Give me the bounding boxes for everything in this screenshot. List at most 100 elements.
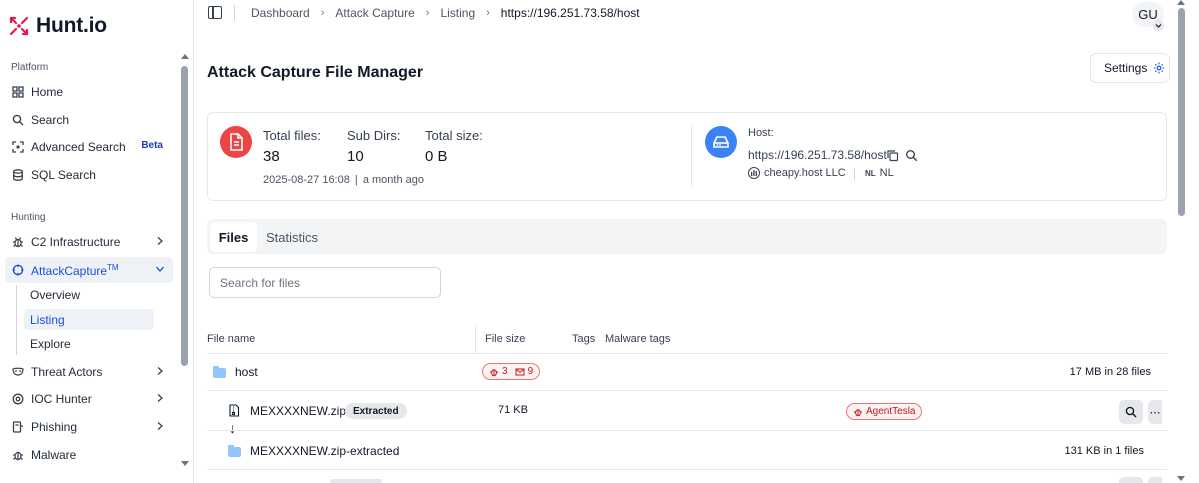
header-divider	[207, 353, 1167, 354]
folder-icon	[213, 366, 226, 378]
tab-files[interactable]: Files	[210, 222, 257, 252]
mask-icon	[11, 366, 24, 379]
total-size-label: Total size:	[425, 128, 483, 143]
server-icon	[705, 126, 737, 158]
host-country: NL NL	[865, 167, 894, 179]
chevron-right-icon	[157, 367, 163, 375]
arrow-down-icon: ↓	[229, 420, 236, 436]
column-header-file-size[interactable]: File size	[485, 333, 525, 345]
tab-bar: Files Statistics	[207, 219, 1167, 254]
topbar: Dashboard › Attack Capture › Listing › h…	[194, 0, 1199, 31]
logo-mark-icon	[9, 16, 29, 36]
main-scroll-up-arrow[interactable]	[1177, 0, 1185, 5]
mail-icon	[515, 368, 525, 375]
date-separator: |	[354, 174, 358, 186]
sidebar-item-home[interactable]: Home	[5, 79, 173, 105]
sidebar-scrollbar[interactable]	[181, 66, 188, 366]
sub-dirs-label: Sub Dirs:	[347, 128, 401, 143]
sidebar-item-c2-infrastructure[interactable]: C2 Infrastructure	[5, 229, 173, 255]
zip-file-icon	[229, 404, 240, 417]
sidebar-item-ioc-hunter[interactable]: IOC Hunter	[5, 386, 173, 412]
host-url[interactable]: https://196.251.73.58/host	[748, 148, 887, 162]
breadcrumb-dashboard[interactable]: Dashboard	[251, 6, 310, 20]
row-file-name[interactable]: host	[235, 365, 258, 379]
column-header-file-name[interactable]: File name	[207, 333, 255, 345]
more-actions-button-partial[interactable]	[1148, 477, 1162, 483]
submenu-rail	[16, 285, 17, 355]
search-icon[interactable]	[905, 149, 918, 162]
sidebar-item-label: Malware	[31, 448, 77, 462]
sidebar-scroll-up-arrow[interactable]	[181, 54, 189, 59]
row-file-size: 71 KB	[498, 404, 528, 416]
settings-button[interactable]: Settings	[1090, 53, 1170, 83]
country-name: NL	[879, 167, 894, 179]
brand-name: Hunt.io	[36, 14, 107, 37]
sidebar-item-attackcapture[interactable]: AttackCaptureTM	[5, 257, 173, 283]
bug-icon	[853, 408, 863, 416]
beta-badge: Beta	[141, 140, 163, 151]
row-divider	[207, 469, 1167, 470]
subitem-overview[interactable]: Overview	[24, 284, 154, 305]
breadcrumb-listing[interactable]: Listing	[440, 6, 475, 20]
subitem-listing[interactable]: Listing	[24, 309, 154, 330]
main-scroll-down-arrow[interactable]	[1177, 476, 1185, 481]
column-header-tags[interactable]: Tags	[572, 333, 595, 345]
malware-tag-badge[interactable]: AgentTesla	[846, 403, 923, 420]
sidebar-item-advanced-search[interactable]: Advanced Search Beta	[5, 134, 173, 160]
chevron-right-icon	[157, 422, 163, 430]
column-header-malware-tags[interactable]: Malware tags	[605, 333, 670, 345]
grid-icon	[11, 86, 24, 99]
logo[interactable]: Hunt.io	[8, 14, 107, 38]
sidebar-item-label: AttackCaptureTM	[31, 263, 119, 278]
database-icon	[11, 169, 24, 182]
row-size-summary: 131 KB in 1 files	[1064, 445, 1145, 457]
tab-statistics[interactable]: Statistics	[259, 222, 325, 252]
sidebar-item-label: Home	[31, 85, 64, 99]
chevron-right-icon: ›	[486, 7, 490, 19]
sidebar-item-sql-search[interactable]: SQL Search	[5, 162, 173, 188]
chevron-right-icon: ›	[425, 7, 430, 19]
sidebar-item-search[interactable]: Search	[5, 107, 173, 133]
copy-icon[interactable]	[886, 149, 899, 162]
subitem-explore[interactable]: Explore	[24, 333, 154, 354]
attackcapture-label: AttackCapture	[31, 263, 108, 278]
sidebar-item-threat-actors[interactable]: Threat Actors	[5, 359, 173, 385]
crosshair-icon	[11, 264, 24, 277]
folder-icon	[228, 445, 241, 457]
malware-tag-label: AgentTesla	[866, 406, 916, 417]
page-title: Attack Capture File Manager	[207, 64, 424, 81]
extracted-tag: Extracted	[345, 403, 407, 419]
sidebar-item-label: IOC Hunter	[31, 392, 92, 406]
host-meta-divider	[854, 168, 855, 180]
search-icon	[1125, 406, 1137, 418]
sidebar-scroll-down-arrow[interactable]	[181, 461, 189, 466]
country-code-icon: NL	[865, 168, 876, 178]
sidebar-item-malware[interactable]: Malware	[5, 442, 173, 468]
target-icon	[11, 393, 24, 406]
threat-count-badge[interactable]: 3 9	[482, 363, 541, 380]
file-search-input[interactable]	[209, 267, 441, 298]
more-actions-button[interactable]: ⋯	[1148, 400, 1162, 424]
inspect-file-button-partial[interactable]	[1119, 477, 1143, 483]
host-organization: cheapy.host LLC	[748, 167, 846, 179]
sidebar-toggle-icon[interactable]	[208, 6, 222, 19]
sidebar-item-label: C2 Infrastructure	[31, 235, 121, 249]
hunting-section-label: Hunting	[11, 212, 46, 223]
card-divider	[691, 125, 692, 187]
hook-icon	[11, 421, 24, 434]
main-scrollbar[interactable]	[1178, 8, 1185, 216]
mail-count: 9	[527, 366, 534, 377]
topbar-divider	[234, 5, 235, 21]
row-file-name[interactable]: MEXXXXNEW.zip-extracted	[250, 444, 399, 458]
gear-icon	[1154, 62, 1165, 74]
inspect-file-button[interactable]	[1119, 400, 1143, 424]
scan-icon	[11, 141, 24, 154]
sidebar: Hunt.io Platform Home Search Advanced Se…	[0, 0, 194, 483]
chevron-right-icon	[157, 237, 163, 245]
breadcrumb-attack-capture[interactable]: Attack Capture	[335, 6, 414, 20]
sidebar-item-label: Phishing	[31, 420, 78, 434]
sidebar-item-label: Advanced Search	[31, 140, 126, 154]
row-file-name[interactable]: MEXXXXNEW.zip	[250, 404, 346, 418]
sidebar-item-phishing[interactable]: Phishing	[5, 414, 173, 440]
chevron-down-icon[interactable]	[1153, 20, 1164, 31]
